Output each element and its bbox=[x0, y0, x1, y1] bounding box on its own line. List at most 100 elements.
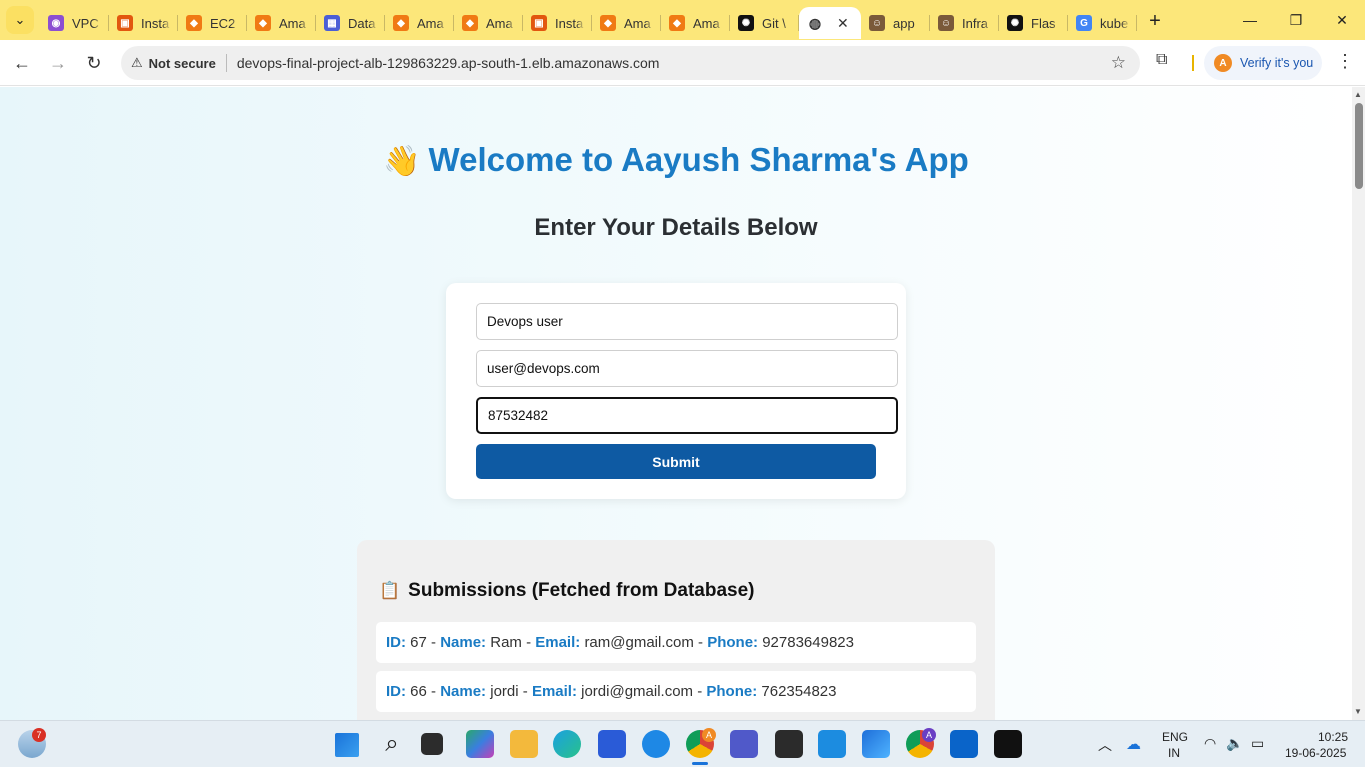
globe-icon: ◍ bbox=[808, 14, 822, 31]
name-input[interactable] bbox=[476, 303, 898, 340]
submit-button[interactable]: Submit bbox=[476, 444, 876, 479]
verify-profile-button[interactable]: A Verify it's you bbox=[1204, 46, 1322, 80]
back-button[interactable]: ← bbox=[8, 49, 36, 77]
tab-label: app bbox=[893, 15, 915, 31]
notion-icon[interactable] bbox=[994, 730, 1022, 758]
tab-label: EC2 bbox=[210, 15, 236, 31]
toolbar-divider bbox=[1192, 55, 1194, 71]
tab-label: Ama bbox=[279, 15, 306, 31]
tab-before-6[interactable]: ◆ Ama bbox=[454, 7, 523, 39]
battery-icon[interactable]: ▭ bbox=[1251, 735, 1264, 752]
reload-button[interactable]: ↻ bbox=[80, 49, 108, 77]
row-sep: - bbox=[518, 683, 532, 700]
forward-button[interactable]: → bbox=[44, 49, 72, 77]
m365-icon[interactable] bbox=[466, 730, 494, 758]
page-title: 👋 Welcome to Aayush Sharma's App bbox=[0, 141, 1352, 179]
scroll-down-icon[interactable]: ▼ bbox=[1354, 707, 1362, 716]
aws-service-icon: ▣ bbox=[117, 15, 133, 31]
form-subtitle: Enter Your Details Below bbox=[534, 214, 818, 241]
extensions-icon[interactable]: ⧉ bbox=[1156, 51, 1167, 69]
url-text[interactable]: devops-final-project-alb-129863229.ap-so… bbox=[237, 55, 660, 71]
store-icon[interactable] bbox=[598, 730, 626, 758]
row-id-key: ID: bbox=[386, 683, 411, 700]
tab-before-4[interactable]: ▦ Data bbox=[316, 7, 385, 39]
openai-icon: ✺ bbox=[738, 15, 754, 31]
tab-after-3[interactable]: Gkube bbox=[1068, 7, 1137, 39]
row-id-value: 67 bbox=[410, 634, 427, 651]
tab-active[interactable]: ◍ ✕ bbox=[799, 7, 861, 39]
weather-badge: 7 bbox=[32, 728, 46, 742]
tab-before-7[interactable]: ▣ Insta bbox=[523, 7, 592, 39]
edge-icon[interactable] bbox=[553, 730, 581, 758]
phone-input[interactable] bbox=[476, 397, 898, 434]
tab-before-8[interactable]: ◆ Ama bbox=[592, 7, 661, 39]
row-email-key: Email: bbox=[531, 683, 582, 700]
tab-after-2[interactable]: ✺ Flas bbox=[999, 7, 1068, 39]
bookmark-star-icon[interactable]: ☆ bbox=[1111, 53, 1126, 73]
email-input[interactable] bbox=[476, 350, 898, 387]
outlook-icon[interactable] bbox=[950, 730, 978, 758]
tab-label: Ama bbox=[486, 15, 513, 31]
restore-button[interactable]: ❐ bbox=[1273, 0, 1319, 40]
details-form: Submit bbox=[446, 283, 906, 499]
tab-before-9[interactable]: ◆ Ama bbox=[661, 7, 730, 39]
close-tab-icon[interactable]: ✕ bbox=[837, 15, 849, 32]
row-name-key: Name: bbox=[440, 634, 491, 651]
volume-icon[interactable]: 🔈 bbox=[1226, 735, 1243, 752]
help-icon[interactable] bbox=[642, 730, 670, 758]
page-scrollbar[interactable]: ▲ ▼ bbox=[1352, 87, 1365, 720]
onedrive-icon[interactable]: ☁ bbox=[1126, 735, 1141, 753]
tab-before-2[interactable]: ◆ EC2 bbox=[178, 7, 247, 39]
tab-before-3[interactable]: ◆ Ama bbox=[247, 7, 316, 39]
row-email-value: jordi@gmail.com bbox=[581, 683, 694, 700]
wifi-icon[interactable]: ◠ bbox=[1204, 735, 1216, 752]
person-icon: ☺ bbox=[938, 15, 954, 31]
database-icon: ▦ bbox=[324, 15, 340, 31]
clock-date[interactable]: 19-06-2025 bbox=[1285, 746, 1346, 760]
tab-before-5[interactable]: ◆ Ama bbox=[385, 7, 454, 39]
verify-label: Verify it's you bbox=[1240, 56, 1314, 70]
chrome2-profile-badge: A bbox=[922, 728, 936, 742]
language-label[interactable]: ENG bbox=[1162, 730, 1188, 744]
app-icon[interactable] bbox=[862, 730, 890, 758]
google-icon: G bbox=[1076, 15, 1092, 31]
teams-icon[interactable] bbox=[730, 730, 758, 758]
chrome-profile-badge: A bbox=[702, 728, 716, 742]
submission-row: ID: 67 - Name: Ram - Email: ram@gmail.co… bbox=[376, 622, 976, 663]
menu-kebab-icon[interactable]: ⋮ bbox=[1336, 51, 1354, 72]
region-label[interactable]: IN bbox=[1168, 746, 1180, 760]
tab-after-1[interactable]: ☺ Infra bbox=[930, 7, 999, 39]
aws-cube-icon: ◆ bbox=[255, 15, 271, 31]
aws-cube-icon: ◆ bbox=[600, 15, 616, 31]
tab-after-0[interactable]: ☺ app bbox=[861, 7, 930, 39]
tab-before-10[interactable]: ✺ Git \ bbox=[730, 7, 799, 39]
scroll-up-icon[interactable]: ▲ bbox=[1354, 90, 1362, 99]
task-view-icon[interactable] bbox=[421, 733, 443, 755]
new-tab-button[interactable]: + bbox=[1141, 7, 1169, 35]
start-windows-icon[interactable] bbox=[335, 733, 359, 757]
row-id-key: ID: bbox=[386, 634, 411, 651]
openai-icon: ✺ bbox=[1007, 15, 1023, 31]
tab-search-chevron-icon[interactable]: ⌄ bbox=[6, 6, 34, 34]
vscode-icon[interactable] bbox=[818, 730, 846, 758]
file-explorer-icon[interactable] bbox=[510, 730, 538, 758]
tab-before-1[interactable]: ▣ Insta bbox=[109, 7, 178, 39]
aws-cube-icon: ◆ bbox=[393, 15, 409, 31]
aws-service-icon: ▣ bbox=[531, 15, 547, 31]
clock-time[interactable]: 10:25 bbox=[1318, 730, 1348, 744]
tab-before-0[interactable]: ◉ VPC bbox=[40, 7, 109, 39]
address-bar[interactable]: ⚠ Not secure devops-final-project-alb-12… bbox=[121, 46, 1140, 80]
tab-label: Flas bbox=[1031, 15, 1056, 31]
minimize-button[interactable]: — bbox=[1227, 0, 1273, 40]
not-secure-label[interactable]: Not secure bbox=[149, 56, 216, 71]
search-icon[interactable]: ⌕ bbox=[378, 730, 406, 758]
tray-chevron-icon[interactable]: ︿ bbox=[1098, 735, 1112, 755]
warning-icon: ⚠ bbox=[131, 55, 143, 70]
row-sep: - bbox=[693, 634, 708, 651]
person-icon: ☺ bbox=[869, 15, 885, 31]
terminal-icon[interactable] bbox=[775, 730, 803, 758]
scroll-thumb[interactable] bbox=[1355, 103, 1363, 189]
row-phone-value: 762354823 bbox=[761, 683, 837, 700]
page-viewport: 👋 Welcome to Aayush Sharma's App Enter Yo… bbox=[0, 87, 1352, 720]
close-window-button[interactable]: ✕ bbox=[1319, 0, 1365, 40]
